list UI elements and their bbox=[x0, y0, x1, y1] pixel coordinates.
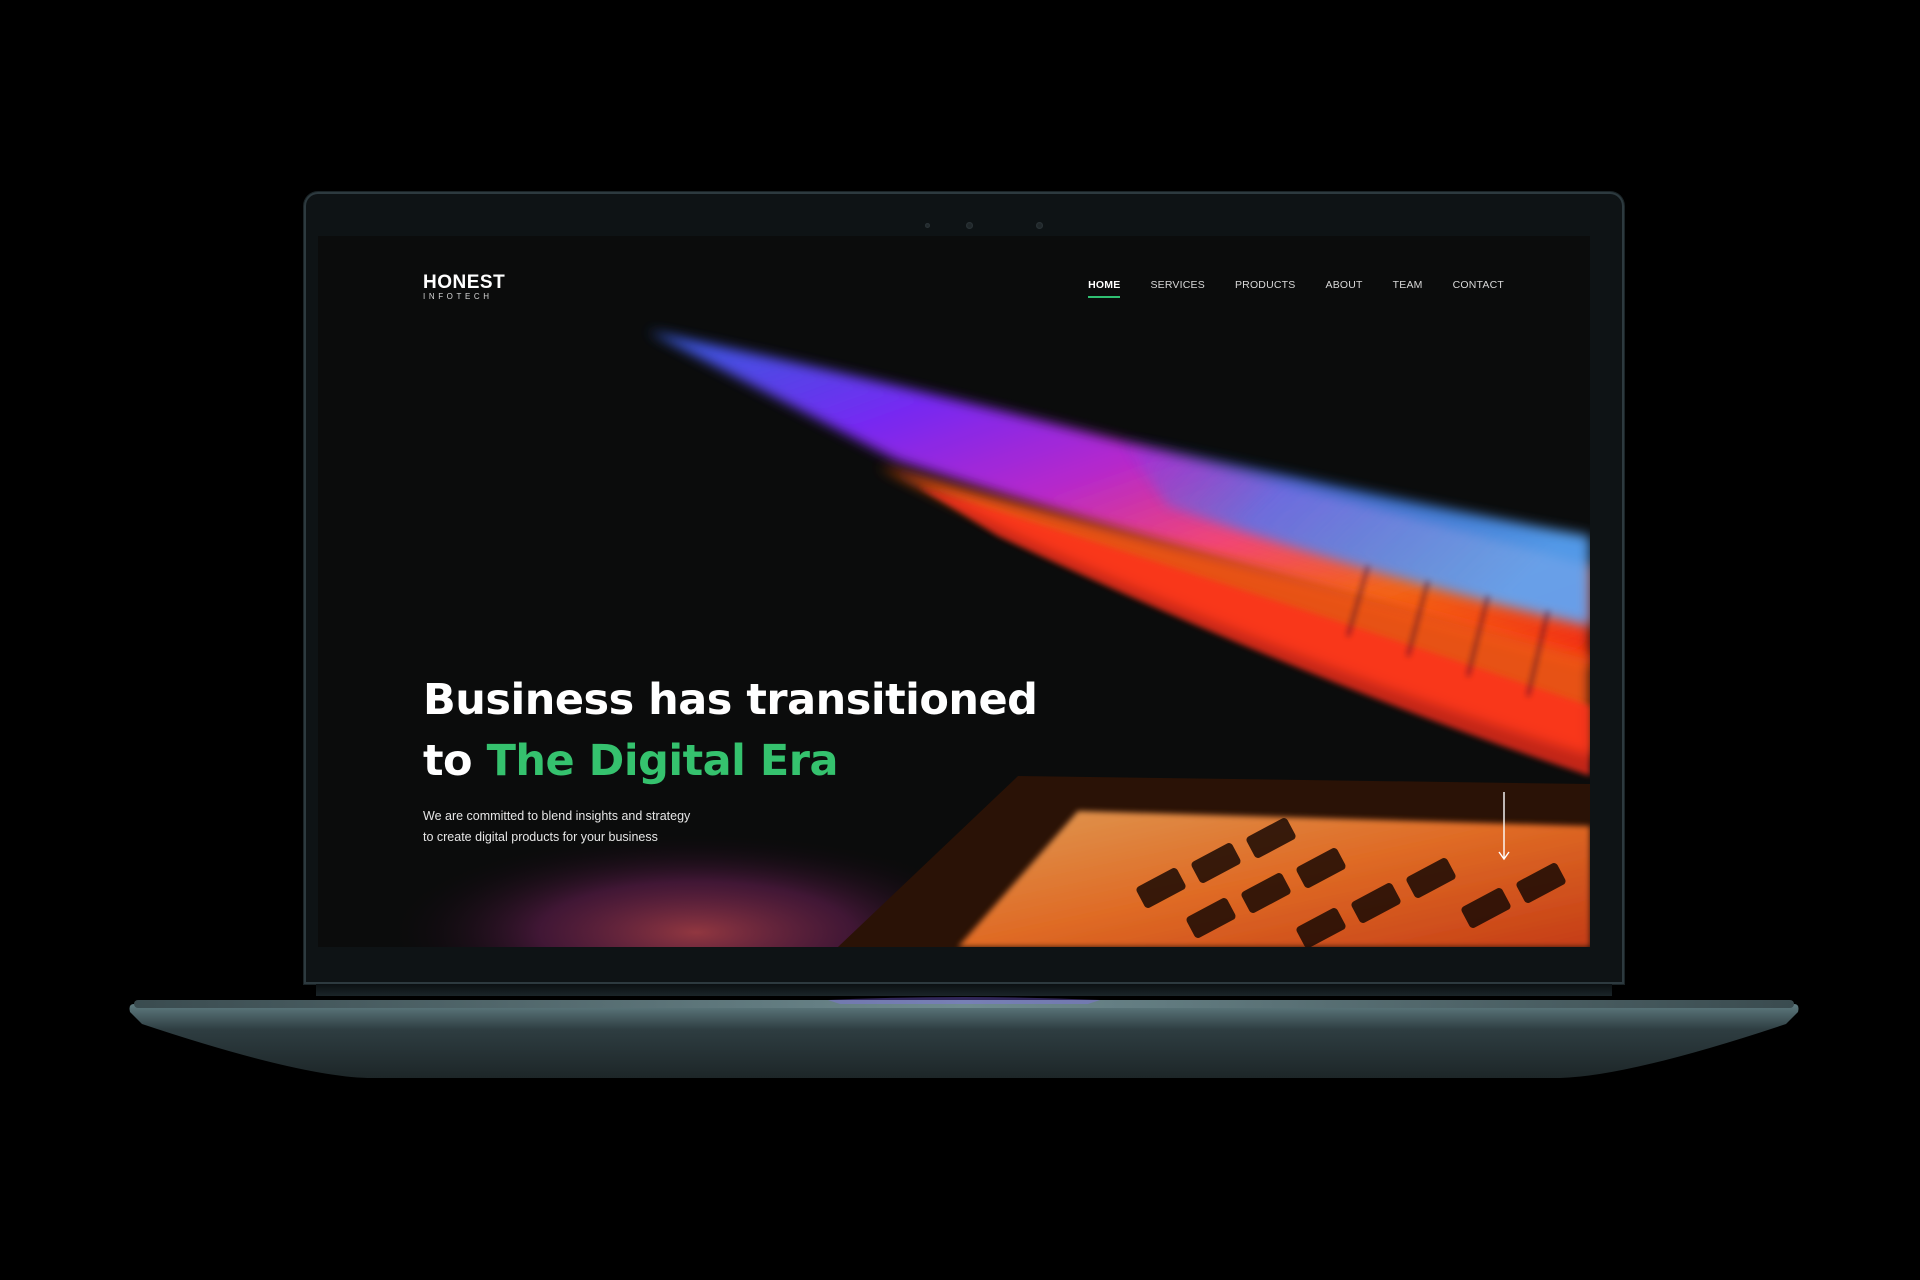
hero-subtitle-line2: to create digital products for your busi… bbox=[423, 830, 658, 844]
camera-bar bbox=[0, 222, 1920, 230]
logo-name: HONEST bbox=[423, 272, 506, 293]
laptop-screen: HONEST INFOTECH HOME SERVICES PRODUCTS A… bbox=[318, 236, 1590, 947]
nav-team[interactable]: TEAM bbox=[1393, 279, 1423, 291]
hero-title-line1: Business has transitioned bbox=[423, 675, 1038, 725]
site-logo[interactable]: HONEST INFOTECH bbox=[423, 273, 505, 302]
sensor-dot-icon bbox=[925, 223, 930, 228]
nav-active-indicator bbox=[1088, 296, 1121, 298]
mockup-stage: HONEST INFOTECH HOME SERVICES PRODUCTS A… bbox=[0, 0, 1920, 1280]
arrow-down-icon[interactable] bbox=[1496, 792, 1512, 862]
sensor-dot-icon bbox=[1036, 222, 1043, 229]
hero-title-accent: The Digital Era bbox=[486, 736, 839, 786]
nav-services[interactable]: SERVICES bbox=[1150, 279, 1205, 291]
hero-title: Business has transitioned to The Digital… bbox=[423, 670, 1038, 792]
nav-about[interactable]: ABOUT bbox=[1325, 279, 1362, 291]
nav-contact[interactable]: CONTACT bbox=[1453, 279, 1504, 291]
webcam-icon bbox=[966, 222, 973, 229]
nav-products[interactable]: PRODUCTS bbox=[1235, 279, 1296, 291]
hero-subtitle: We are committed to blend insights and s… bbox=[423, 806, 783, 848]
hero-title-prefix: to bbox=[423, 736, 487, 786]
hero-subtitle-line1: We are committed to blend insights and s… bbox=[423, 809, 691, 823]
nav-home[interactable]: HOME bbox=[1088, 279, 1121, 298]
main-nav: HOME SERVICES PRODUCTS ABOUT TEAM CONTAC… bbox=[1088, 279, 1504, 298]
laptop-hinge bbox=[316, 984, 1612, 996]
laptop-base bbox=[129, 997, 1799, 1078]
logo-tagline: INFOTECH bbox=[423, 292, 493, 301]
